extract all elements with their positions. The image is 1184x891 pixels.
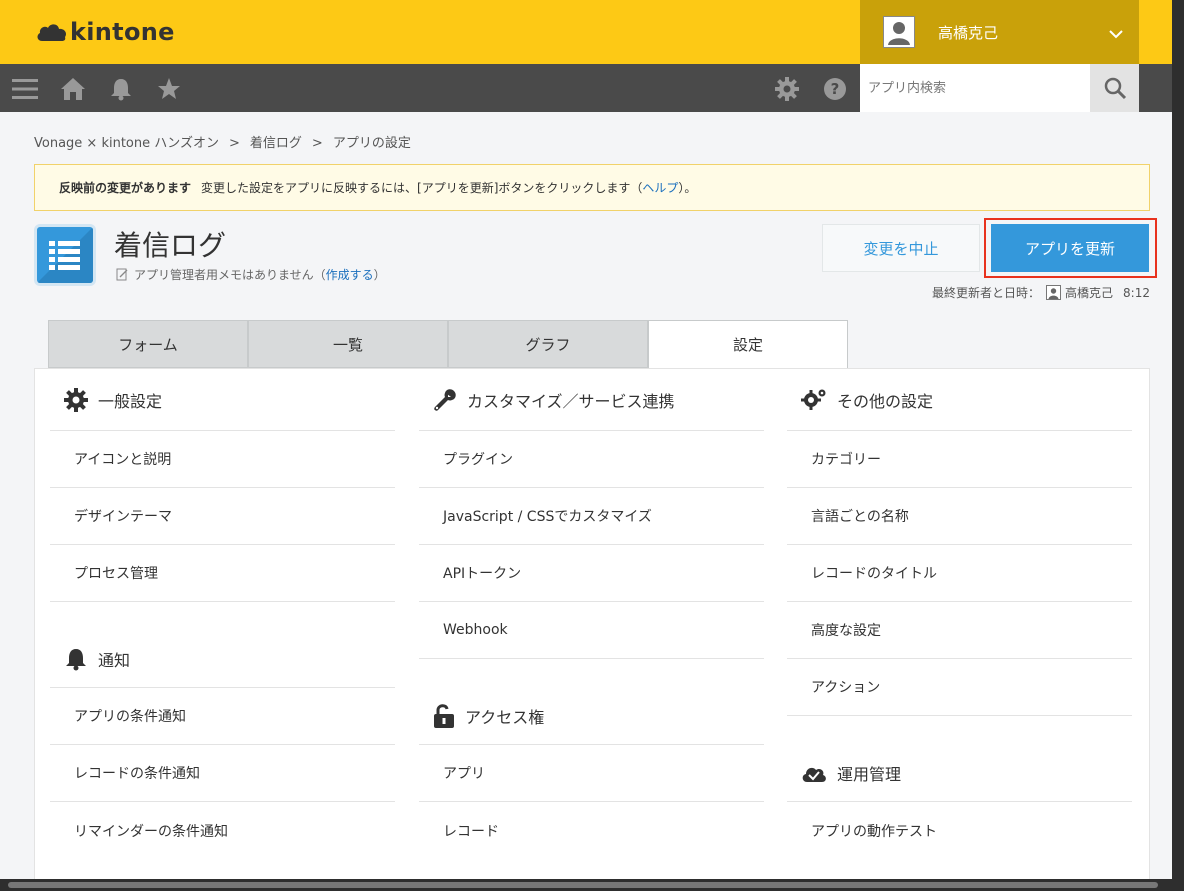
memo-edit-icon [116, 268, 128, 281]
gears-icon [801, 389, 826, 410]
app-list-icon [34, 224, 96, 286]
section-access: アクセス権 [419, 687, 764, 745]
update-app-button[interactable]: アプリを更新 [991, 224, 1149, 272]
last-update-info: 最終更新者と日時： 高橋克己 8:12 [932, 284, 1150, 301]
section-other: その他の設定 [787, 369, 1132, 431]
user-name: 高橋克己 [938, 23, 999, 42]
section-notify: 通知 [50, 630, 395, 688]
breadcrumb-item-space[interactable]: Vonage × kintone ハンズオン [34, 136, 219, 151]
settings-item-plugin[interactable]: プラグイン [419, 431, 764, 488]
create-memo-link[interactable]: 作成する [326, 266, 374, 283]
settings-item-localized-names[interactable]: 言語ごとの名称 [787, 488, 1132, 545]
last-update-user[interactable]: 高橋克己 [1065, 284, 1113, 301]
settings-item-app-notify[interactable]: アプリの条件通知 [50, 688, 395, 745]
breadcrumb-item-app[interactable]: 着信ログ [250, 136, 302, 151]
cloud-check-icon [802, 767, 826, 782]
main-content: Vonage × kintone ハンズオン > 着信ログ > アプリの設定 反映前の変… [0, 112, 1172, 888]
kintone-logo[interactable]: kintone [36, 18, 175, 46]
tab-graph[interactable]: グラフ [448, 320, 648, 368]
settings-item-reminder-notify[interactable]: リマインダーの条件通知 [50, 802, 395, 859]
section-title: アクセス権 [465, 707, 545, 727]
settings-item-design-theme[interactable]: デザインテーマ [50, 488, 395, 545]
settings-item-record-title[interactable]: レコードのタイトル [787, 545, 1132, 602]
section-title: 一般設定 [98, 391, 163, 411]
settings-item-access-record[interactable]: レコード [419, 802, 764, 859]
app-title: 着信ログ [114, 229, 227, 262]
cloud-logo-icon [36, 21, 67, 43]
app-name: kintone [70, 18, 175, 46]
help-icon[interactable]: ? [822, 76, 848, 102]
gear-icon[interactable] [774, 76, 800, 102]
tab-list[interactable]: 一覧 [248, 320, 448, 368]
svg-text:?: ? [831, 80, 840, 98]
bell-icon[interactable] [108, 76, 134, 102]
section-general: 一般設定 [50, 369, 395, 431]
section-title: カスタマイズ／サービス連携 [467, 391, 675, 411]
search-button[interactable] [1090, 64, 1139, 112]
gear-icon [64, 387, 88, 412]
scrollbar-thumb[interactable] [8, 882, 1158, 888]
home-icon[interactable] [60, 76, 86, 102]
tab-settings[interactable]: 設定 [648, 320, 848, 369]
section-operations: 運用管理 [787, 744, 1132, 802]
settings-item-webhook[interactable]: Webhook [419, 602, 764, 659]
user-avatar-icon [1046, 285, 1062, 300]
section-title: 運用管理 [837, 764, 902, 784]
settings-column-3: その他の設定 カテゴリー 言語ごとの名称 レコードのタイトル 高度な設定 アクシ… [787, 369, 1132, 859]
search-input[interactable] [860, 64, 1090, 112]
bell-icon [66, 648, 86, 670]
settings-item-js-css[interactable]: JavaScript / CSSでカスタマイズ [419, 488, 764, 545]
settings-item-icon-description[interactable]: アイコンと説明 [50, 431, 395, 488]
header-bar: kintone 高橋克己 [0, 0, 1172, 64]
settings-tabs: フォーム 一覧 グラフ 設定 [48, 320, 848, 369]
settings-panel: 一般設定 アイコンと説明 デザインテーマ プロセス管理 通知 アプリの条件通知 … [34, 368, 1150, 888]
section-title: 通知 [98, 650, 131, 670]
settings-item-app-test[interactable]: アプリの動作テスト [787, 802, 1132, 859]
last-update-label: 最終更新者と日時： [932, 286, 1041, 300]
last-update-time: 8:12 [1123, 285, 1150, 300]
notice-title: 反映前の変更があります [59, 181, 192, 195]
settings-item-category[interactable]: カテゴリー [787, 431, 1132, 488]
search-icon [1104, 77, 1126, 100]
settings-item-api-token[interactable]: APIトークン [419, 545, 764, 602]
settings-item-record-notify[interactable]: レコードの条件通知 [50, 745, 395, 802]
memo-text: アプリ管理者用メモはありません（ [134, 268, 326, 282]
breadcrumb-item-settings: アプリの設定 [332, 136, 411, 151]
breadcrumb-separator: > [229, 136, 240, 151]
breadcrumb: Vonage × kintone ハンズオン > 着信ログ > アプリの設定 [34, 132, 411, 151]
notice-text-end: ）。 [678, 181, 697, 195]
settings-item-advanced[interactable]: 高度な設定 [787, 602, 1132, 659]
settings-item-action[interactable]: アクション [787, 659, 1132, 716]
section-title: その他の設定 [837, 391, 934, 411]
star-icon[interactable] [156, 76, 182, 102]
vertical-scrollbar[interactable] [1172, 0, 1184, 891]
settings-item-process[interactable]: プロセス管理 [50, 545, 395, 602]
tab-form[interactable]: フォーム [48, 320, 248, 368]
settings-item-access-app[interactable]: アプリ [419, 745, 764, 802]
app-memo: アプリ管理者用メモはありません（ 作成する） [116, 266, 386, 283]
memo-text-end: ） [373, 268, 386, 282]
settings-column-2: カスタマイズ／サービス連携 プラグイン JavaScript / CSSでカスタ… [419, 369, 764, 859]
user-avatar-icon [883, 16, 915, 48]
settings-column-1: 一般設定 アイコンと説明 デザインテーマ プロセス管理 通知 アプリの条件通知 … [50, 369, 395, 859]
breadcrumb-separator: > [311, 136, 323, 151]
section-customize: カスタマイズ／サービス連携 [419, 369, 764, 431]
horizontal-scrollbar[interactable] [0, 879, 1172, 891]
chevron-down-icon [1109, 24, 1123, 43]
wrench-icon [434, 388, 456, 411]
user-menu[interactable]: 高橋克己 [860, 0, 1139, 64]
lock-open-icon [434, 703, 454, 728]
help-link[interactable]: ヘルプ [642, 181, 678, 195]
notice-text: 変更した設定をアプリに反映するには、[アプリを更新]ボタンをクリックします（ [201, 181, 643, 195]
pending-changes-notice: 反映前の変更があります 変更した設定をアプリに反映するには、[アプリを更新]ボタン… [34, 164, 1150, 211]
hamburger-menu-icon[interactable] [12, 76, 38, 102]
cancel-changes-button[interactable]: 変更を中止 [822, 224, 980, 272]
